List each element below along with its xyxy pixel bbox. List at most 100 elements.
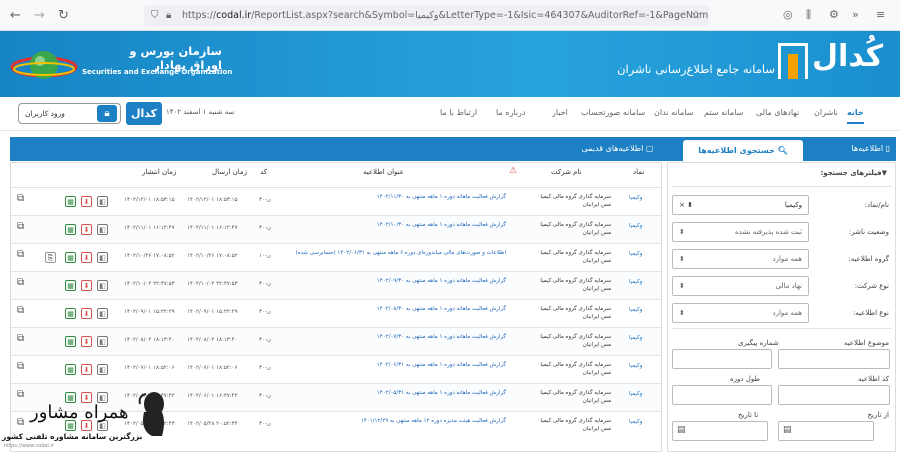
excel-icon[interactable]: ▦ (65, 308, 76, 319)
row-published-time: ۱۴۰۲/۱۲/۰۱ ۱۸:۵۳:۱۵ (124, 197, 175, 203)
excel-icon[interactable]: ▦ (65, 364, 76, 375)
row-sent-time: ۱۴۰۲/۰۸/۰۲ ۱۸:۱۳:۴۰ (187, 337, 238, 343)
view-details-icon[interactable]: ⧉ (17, 194, 24, 204)
extensions-icon[interactable]: ⚙ (829, 8, 839, 21)
row-symbol-link[interactable]: وکیمیا (629, 222, 642, 230)
group-select[interactable]: همه موارد ⬍ (672, 249, 809, 269)
view-details-icon[interactable]: ⧉ (17, 222, 24, 232)
row-title-link[interactable]: گزارش فعالیت ماهانه دوره ۱ ماهه منتهی به… (286, 193, 506, 201)
symbol-select[interactable]: وکیمیا × ⬍ (672, 195, 809, 215)
nav-publishers[interactable]: ناشران (814, 108, 838, 117)
tracking-number-input[interactable] (672, 349, 772, 369)
attachment-icon[interactable]: ⎘ (45, 252, 56, 263)
row-symbol-link[interactable]: وکیمیا (629, 334, 642, 342)
table-row[interactable]: وکیمیا سرمایه گذاری گروه مالی کیمیا مس ای… (11, 243, 661, 271)
html-report-icon[interactable]: ◧ (97, 336, 108, 347)
forward-icon[interactable]: → (34, 8, 45, 23)
pdf-icon[interactable]: ⬇ (81, 252, 92, 263)
view-details-icon[interactable]: ⧉ (17, 334, 24, 344)
old-tab-label: اطلاعیه‌های قدیمی (581, 144, 644, 153)
html-report-icon[interactable]: ◧ (97, 280, 108, 291)
html-report-icon[interactable]: ◧ (97, 224, 108, 235)
clear-x-icon[interactable]: × ⬍ (679, 196, 693, 214)
nav-about[interactable]: درباره ما (496, 108, 525, 117)
html-report-icon[interactable]: ◧ (97, 196, 108, 207)
table-row[interactable]: وکیمیا سرمایه گذاری گروه مالی کیمیا مس ای… (11, 271, 661, 299)
row-title-link[interactable]: گزارش فعالیت ماهانه دوره ۱ ماهه منتهی به… (286, 333, 506, 341)
row-title-link[interactable]: گزارش فعالیت ماهانه دوره ۱ ماهه منتهی به… (286, 361, 506, 369)
code-input[interactable] (778, 385, 890, 405)
row-symbol-link[interactable]: وکیمیا (629, 194, 642, 202)
row-title-link[interactable]: اطلاعات و صورت‌های مالی میاندوره‌ای دوره… (286, 249, 506, 257)
pdf-icon[interactable]: ⬇ (81, 280, 92, 291)
pdf-icon[interactable]: ⬇ (81, 196, 92, 207)
url-prefix: https:// (182, 10, 217, 21)
menu-icon[interactable]: ≡ (876, 8, 885, 21)
excel-icon[interactable]: ▦ (65, 224, 76, 235)
table-row[interactable]: وکیمیا سرمایه گذاری گروه مالی کیمیا مس ای… (11, 187, 661, 215)
html-report-icon[interactable]: ◧ (97, 308, 108, 319)
tab-old-notices[interactable]: اطلاعیه‌های قدیمی ▢ (560, 137, 675, 161)
nav-financial-institutions[interactable]: نهادهای مالی (756, 108, 799, 117)
table-row[interactable]: وکیمیا سرمایه گذاری گروه مالی کیمیا مس ای… (11, 299, 661, 327)
nav-nedan[interactable]: سامانه ندان (654, 108, 693, 117)
row-symbol-link[interactable]: وکیمیا (629, 362, 642, 370)
view-details-icon[interactable]: ⧉ (17, 306, 24, 316)
view-details-icon[interactable]: ⧉ (17, 278, 24, 288)
nav-home[interactable]: خانه (847, 108, 864, 124)
row-symbol-link[interactable]: وکیمیا (629, 306, 642, 314)
back-icon[interactable]: ← (10, 8, 21, 23)
pocket-icon[interactable]: ◎ (783, 8, 793, 21)
reload-icon[interactable]: ↻ (58, 8, 69, 23)
html-report-icon[interactable]: ◧ (97, 252, 108, 263)
row-company: سرمایه گذاری گروه مالی کیمیا مس ایرانیان (540, 278, 611, 292)
table-row[interactable]: وکیمیا سرمایه گذاری گروه مالی کیمیا مس ای… (11, 327, 661, 355)
view-details-icon[interactable]: ⧉ (17, 362, 24, 372)
pdf-icon[interactable]: ⬇ (81, 308, 92, 319)
codal-subtitle: سامانه جامع اطلاع‌رسانی ناشران (617, 62, 775, 76)
row-company: سرمایه گذاری گروه مالی کیمیا مس ایرانیان (540, 362, 611, 376)
to-date-input[interactable]: ▤ (672, 421, 768, 441)
table-row[interactable]: وکیمیا سرمایه گذاری گروه مالی کیمیا مس ای… (11, 215, 661, 243)
nav-news[interactable]: اخبار (552, 108, 568, 117)
view-details-icon[interactable]: ⧉ (17, 250, 24, 260)
row-symbol-link[interactable]: وکیمیا (629, 390, 642, 398)
notice-type-select[interactable]: همه موارد ⬍ (672, 303, 809, 323)
excel-icon[interactable]: ▦ (65, 196, 76, 207)
login-button[interactable]: ورود کاربران 🔒︎ (18, 103, 121, 124)
nav-contact[interactable]: ارتباط با ما (440, 108, 477, 117)
nav-setam[interactable]: سامانه ستم (704, 108, 743, 117)
row-title-link[interactable]: گزارش فعالیت هیئت مدیره دوره ۱۲ ماهه منت… (286, 417, 506, 425)
overflow-icon[interactable]: » (852, 8, 859, 21)
row-title-link[interactable]: گزارش فعالیت ماهانه دوره ۱ ماهه منتهی به… (286, 305, 506, 313)
status-select[interactable]: ثبت شده پذیرفته نشده ⬍ (672, 222, 809, 242)
period-label: طول دوره (730, 375, 761, 383)
tab-notices[interactable]: اطلاعیه‌ها ▯ (828, 137, 896, 161)
excel-icon[interactable]: ▦ (65, 336, 76, 347)
html-report-icon[interactable]: ◧ (97, 364, 108, 375)
table-row[interactable]: وکیمیا سرمایه گذاری گروه مالی کیمیا مس ای… (11, 355, 661, 383)
pdf-icon[interactable]: ⬇ (81, 336, 92, 347)
excel-icon[interactable]: ▦ (65, 280, 76, 291)
pdf-icon[interactable]: ⬇ (81, 224, 92, 235)
excel-icon[interactable]: ▦ (65, 252, 76, 263)
period-input[interactable] (672, 385, 772, 405)
row-title-link[interactable]: گزارش فعالیت ماهانه دوره ۱ ماهه منتهی به… (286, 277, 506, 285)
row-symbol-link[interactable]: وکیمیا (629, 250, 642, 258)
nav-invoice[interactable]: سامانه صورتحساب (581, 108, 645, 117)
tracking-label: شماره پیگیری (738, 339, 779, 347)
pdf-icon[interactable]: ⬇ (81, 364, 92, 375)
subject-input[interactable] (778, 349, 890, 369)
company-type-select[interactable]: نهاد مالی ⬍ (672, 276, 809, 296)
bookmark-star-icon[interactable]: ☆ (691, 8, 701, 21)
row-symbol-link[interactable]: وکیمیا (629, 278, 642, 286)
address-bar[interactable]: ⛉ 🔒︎ https://codal.ir/ReportList.aspx?se… (144, 5, 709, 26)
row-title-link[interactable]: گزارش فعالیت ماهانه دوره ۱ ماهه منتهی به… (286, 389, 506, 397)
calendar-icon[interactable]: ▤ (677, 425, 686, 435)
calendar-icon[interactable]: ▤ (783, 425, 792, 435)
library-icon[interactable]: ⫼ (806, 8, 811, 22)
from-date-input[interactable]: ▤ (778, 421, 874, 441)
tab-search-notices[interactable]: جستجوی اطلاعیه‌ها 🔍︎ (683, 140, 803, 161)
row-title-link[interactable]: گزارش فعالیت ماهانه دوره ۱ ماهه منتهی به… (286, 221, 506, 229)
row-symbol-link[interactable]: وکیمیا (629, 418, 642, 426)
